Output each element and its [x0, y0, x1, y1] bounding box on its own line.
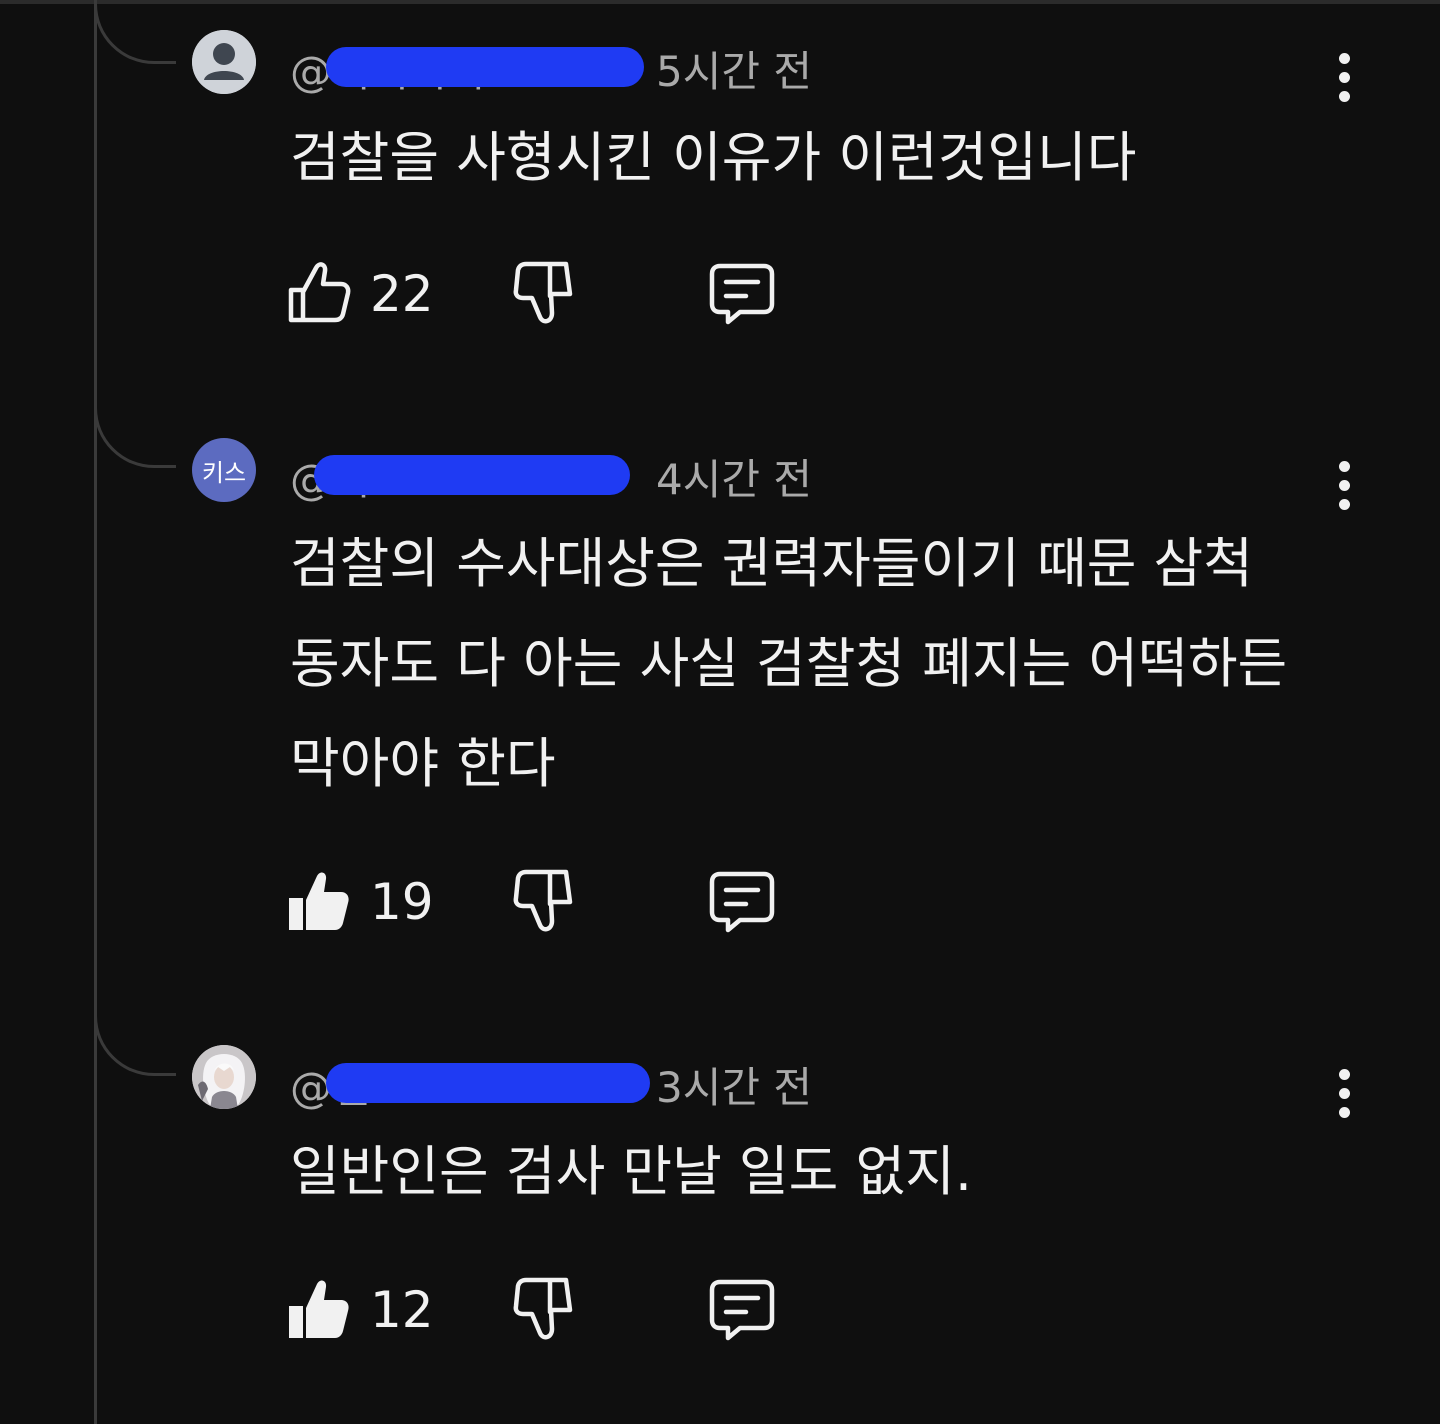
more-options-button[interactable]: [1320, 1061, 1368, 1125]
reply-meta: @일 3시간 전: [290, 1054, 812, 1114]
thumb-down-outline-icon: [513, 1277, 573, 1340]
avatar[interactable]: [192, 1045, 256, 1109]
avatar[interactable]: [192, 30, 256, 94]
redaction-mark: [326, 46, 644, 87]
redaction-mark: [326, 1062, 650, 1103]
thumb-down-outline-icon: [513, 869, 573, 932]
author-handle[interactable]: @기교: [290, 446, 650, 507]
author-handle[interactable]: @일: [290, 1054, 650, 1115]
dislike-button[interactable]: [510, 1274, 576, 1346]
default-user-icon: [192, 30, 256, 94]
reply-button[interactable]: [706, 866, 778, 938]
like-count: 12: [370, 1281, 434, 1339]
like-button[interactable]: [286, 866, 352, 938]
like-count: 22: [370, 265, 434, 323]
reply-button[interactable]: [706, 1274, 778, 1346]
avatar[interactable]: 키스: [192, 438, 256, 502]
comment-reply-icon: [709, 1279, 775, 1341]
more-options-button[interactable]: [1320, 45, 1368, 109]
thumb-up-filled-icon: [289, 872, 349, 930]
more-vert-icon: [1338, 460, 1350, 472]
reply-button[interactable]: [706, 258, 778, 330]
redaction-mark: [314, 454, 630, 495]
thumb-up-filled-icon: [289, 1280, 349, 1338]
author-handle[interactable]: @너의짝숙f: [290, 38, 650, 99]
more-vert-icon: [1338, 52, 1350, 64]
thumb-up-outline-icon: [288, 262, 351, 323]
comment-text: 검찰을 사형시킨 이유가 이런것입니다: [290, 126, 1137, 189]
action-bar: 19: [286, 866, 806, 938]
thread-line: [94, 0, 97, 1424]
reply-meta: @너의짝숙f 5시간 전: [290, 38, 812, 98]
dislike-button[interactable]: [510, 258, 576, 330]
thumb-down-outline-icon: [513, 261, 573, 324]
comment-text: 검찰의 수사대상은 권력자들이기 때문 삼척동자도 다 아는 사실 검찰청 폐지…: [290, 532, 1288, 795]
comment-reply-icon: [709, 263, 775, 325]
like-count: 19: [370, 873, 434, 931]
like-button[interactable]: [286, 258, 352, 330]
dislike-button[interactable]: [510, 866, 576, 938]
reply-meta: @기교 4시간 전: [290, 446, 812, 506]
thread-connector: [94, 0, 176, 64]
timestamp: 4시간 전: [656, 454, 812, 504]
timestamp: 5시간 전: [656, 46, 812, 96]
thread-connector: [94, 1012, 176, 1076]
more-options-button[interactable]: [1320, 453, 1368, 517]
thread-connector: [94, 404, 176, 468]
action-bar: 12: [286, 1274, 806, 1346]
top-border: [0, 0, 1440, 4]
profile-picture-icon: [192, 1045, 256, 1109]
like-button[interactable]: [286, 1274, 352, 1346]
more-vert-icon: [1338, 1068, 1350, 1080]
comment-text: 일반인은 검사 만날 일도 없지.: [290, 1140, 972, 1203]
timestamp: 3시간 전: [656, 1062, 812, 1112]
comment-reply-icon: [709, 871, 775, 933]
action-bar: 22: [286, 258, 806, 330]
